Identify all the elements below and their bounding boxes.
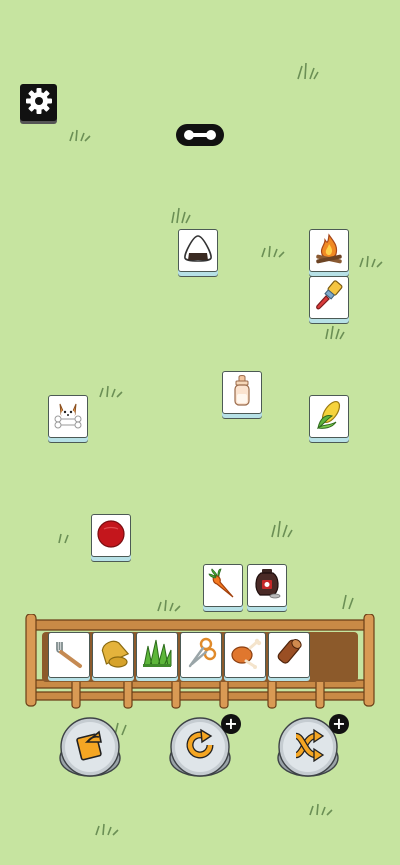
gear-icon bbox=[24, 86, 54, 120]
grass-decoration bbox=[324, 324, 346, 340]
tray-item bbox=[268, 632, 310, 678]
board-tile[interactable] bbox=[48, 395, 88, 438]
grass-decoration bbox=[340, 592, 356, 610]
undo-card-button[interactable] bbox=[59, 716, 121, 778]
baby-bottle-icon bbox=[225, 374, 259, 412]
shuffle-button[interactable]: + bbox=[277, 714, 349, 778]
grass-decoration bbox=[94, 822, 120, 836]
board-tile[interactable] bbox=[178, 229, 218, 272]
tray-item bbox=[92, 632, 134, 678]
board-tile[interactable] bbox=[309, 229, 349, 272]
tray-item bbox=[224, 632, 266, 678]
board-tile[interactable] bbox=[309, 276, 349, 319]
grass-decoration bbox=[296, 62, 320, 80]
card-undo-icon bbox=[73, 728, 107, 762]
bell-icon bbox=[96, 636, 130, 674]
corn-icon bbox=[312, 398, 346, 436]
board-tile[interactable] bbox=[309, 395, 349, 438]
collection-tray bbox=[24, 614, 376, 710]
tray-item bbox=[180, 632, 222, 678]
fork-icon bbox=[52, 636, 86, 674]
grass-decoration bbox=[260, 244, 286, 258]
link-pill-indicator bbox=[176, 124, 224, 146]
tray-item bbox=[48, 632, 90, 678]
refresh-icon bbox=[183, 728, 217, 762]
grass-decoration bbox=[98, 384, 124, 398]
settings-button[interactable] bbox=[20, 84, 57, 121]
link-pill-icon bbox=[176, 130, 224, 150]
carrot-icon bbox=[206, 567, 240, 605]
tray-item bbox=[136, 632, 178, 678]
grass-decoration bbox=[68, 128, 92, 142]
grass-tuft-icon bbox=[140, 636, 174, 674]
grass-decoration bbox=[308, 802, 334, 816]
board-tile[interactable] bbox=[91, 514, 131, 557]
grass-decoration bbox=[270, 520, 294, 538]
grass-decoration bbox=[170, 206, 192, 224]
campfire-icon bbox=[312, 232, 346, 270]
board-tile[interactable] bbox=[203, 564, 243, 607]
corgi-bone-icon bbox=[51, 398, 85, 436]
add-shuffle-badge[interactable]: + bbox=[329, 714, 349, 734]
paint-brush-icon bbox=[312, 279, 346, 317]
scissors-icon bbox=[184, 636, 218, 674]
shuffle-icon bbox=[291, 728, 325, 762]
grass-decoration bbox=[56, 532, 72, 544]
board-tile[interactable] bbox=[222, 371, 262, 414]
rice-ball-icon bbox=[181, 232, 215, 270]
grass-decoration bbox=[358, 254, 384, 268]
add-refresh-badge[interactable]: + bbox=[221, 714, 241, 734]
grass-decoration bbox=[156, 598, 182, 612]
roast-chicken-icon bbox=[228, 636, 262, 674]
refresh-button[interactable]: + bbox=[169, 714, 241, 778]
log-icon bbox=[272, 636, 306, 674]
red-ball-icon bbox=[94, 517, 128, 555]
board-tile[interactable] bbox=[247, 564, 287, 607]
vase-icon bbox=[250, 567, 284, 605]
